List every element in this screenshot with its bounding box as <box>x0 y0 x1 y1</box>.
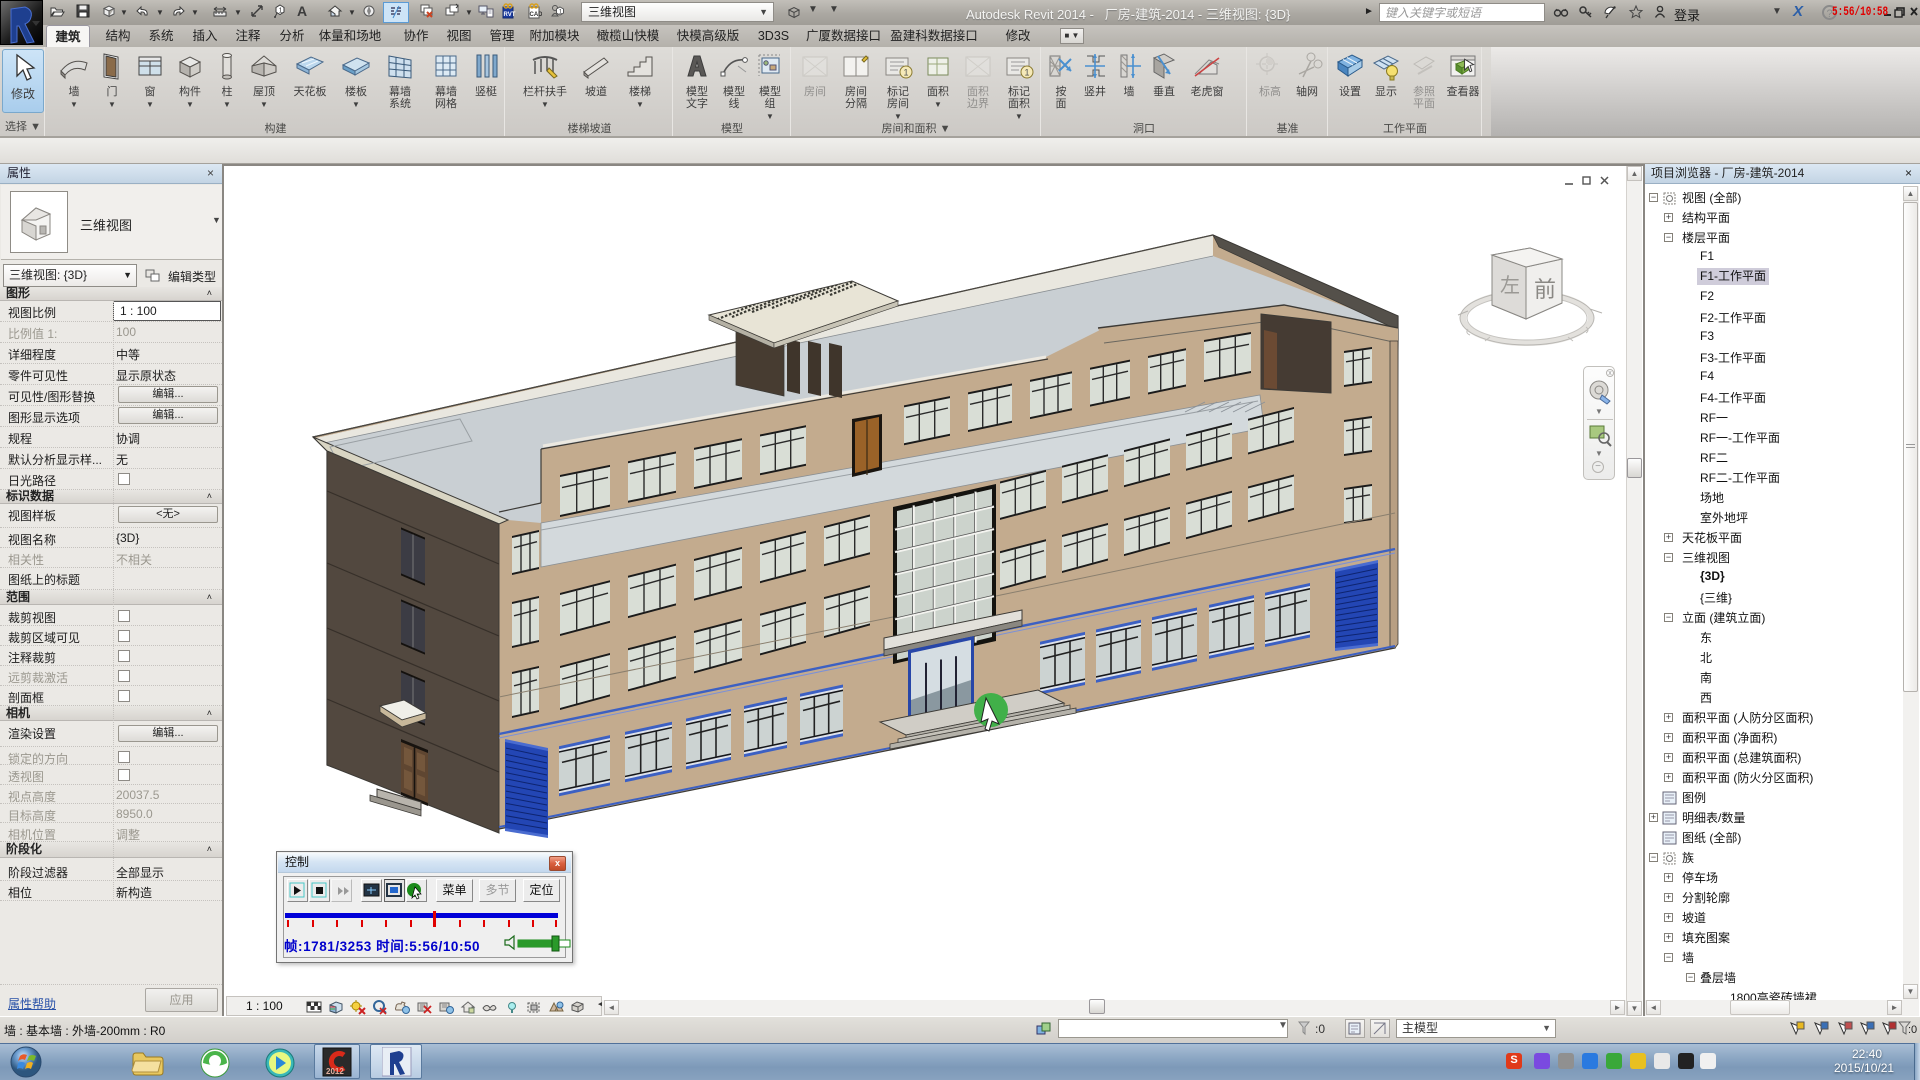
svg-text:1: 1 <box>904 68 909 78</box>
svg-text:2012: 2012 <box>326 1067 344 1076</box>
svg-text:1: 1 <box>1025 68 1030 78</box>
svg-text:A: A <box>297 3 307 19</box>
svg-text:RVT: RVT <box>504 12 516 18</box>
svg-text:左: 左 <box>1500 274 1520 297</box>
svg-text:1: 1 <box>279 8 283 15</box>
svg-text:前: 前 <box>1534 277 1556 302</box>
svg-text:CAD: CAD <box>530 12 543 18</box>
